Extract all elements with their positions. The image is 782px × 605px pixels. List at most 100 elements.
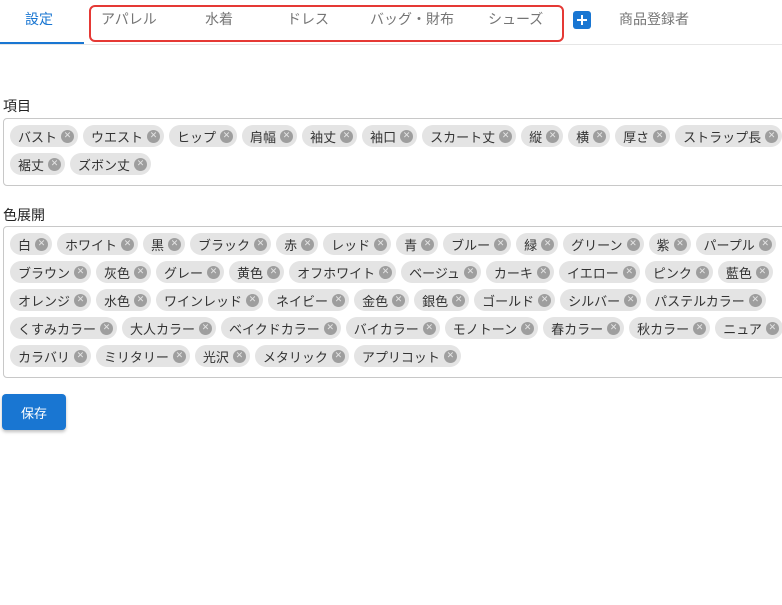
remove-chip-icon[interactable]: ✕ xyxy=(695,265,709,279)
tab-apparel[interactable]: アパレル xyxy=(101,0,157,44)
remove-chip-icon[interactable]: ✕ xyxy=(653,129,667,143)
remove-chip-icon[interactable]: ✕ xyxy=(546,129,560,143)
chip: ヒップ ✕ xyxy=(169,125,238,147)
chip-label: グリーン xyxy=(571,238,623,254)
remove-chip-icon[interactable]: ✕ xyxy=(765,321,779,335)
remove-chip-icon[interactable]: ✕ xyxy=(379,265,393,279)
remove-chip-icon[interactable]: ✕ xyxy=(168,237,182,251)
chip: カラバリ ✕ xyxy=(10,345,91,367)
remove-chip-icon[interactable]: ✕ xyxy=(421,237,435,251)
remove-chip-icon[interactable]: ✕ xyxy=(340,129,354,143)
remove-chip-icon[interactable]: ✕ xyxy=(622,265,636,279)
save-button[interactable]: 保存 xyxy=(2,394,66,430)
items-chip-input[interactable]: バスト ✕ ウエスト ✕ ヒップ ✕ 肩幅 ✕ 袖丈 ✕ 袖口 ✕ スカート丈 ✕ 縦 ✕ 横 ✕ 厚さ ✕ ストラップ… xyxy=(3,118,782,186)
remove-chip-icon[interactable]: ✕ xyxy=(74,265,88,279)
remove-chip-icon[interactable]: ✕ xyxy=(48,157,62,171)
tab-shoes[interactable]: シューズ xyxy=(488,0,543,44)
chip-label: カラバリ xyxy=(18,350,70,366)
chip-label: アプリコット xyxy=(361,350,440,366)
remove-chip-icon[interactable]: ✕ xyxy=(232,349,246,363)
remove-chip-icon[interactable]: ✕ xyxy=(521,321,535,335)
colors-chip-input[interactable]: 白 ✕ ホワイト ✕ 黒 ✕ ブラック ✕ 赤 ✕ レッド ✕ 青 ✕ ブルー ✕ 緑 ✕ グリーン ✕ 紫 ✕ パープル ✕… xyxy=(3,226,782,378)
remove-chip-icon[interactable]: ✕ xyxy=(61,129,75,143)
remove-chip-icon[interactable]: ✕ xyxy=(693,321,707,335)
remove-chip-icon[interactable]: ✕ xyxy=(748,293,762,307)
tab-dress[interactable]: ドレス xyxy=(287,0,329,44)
remove-chip-icon[interactable]: ✕ xyxy=(134,293,148,307)
remove-chip-icon[interactable]: ✕ xyxy=(134,157,148,171)
remove-chip-icon[interactable]: ✕ xyxy=(593,129,607,143)
add-tab-button[interactable] xyxy=(573,11,591,29)
remove-chip-icon[interactable]: ✕ xyxy=(374,237,388,251)
chip-label: 赤 xyxy=(284,238,298,254)
remove-chip-icon[interactable]: ✕ xyxy=(100,321,114,335)
remove-chip-icon[interactable]: ✕ xyxy=(73,349,87,363)
chip: ホワイト ✕ xyxy=(57,233,139,255)
tab-swimwear[interactable]: 水着 xyxy=(205,0,233,44)
chip-label: 藍色 xyxy=(725,266,752,282)
remove-chip-icon[interactable]: ✕ xyxy=(246,293,260,307)
remove-chip-icon[interactable]: ✕ xyxy=(538,293,552,307)
remove-chip-icon[interactable]: ✕ xyxy=(443,349,457,363)
remove-chip-icon[interactable]: ✕ xyxy=(765,129,779,143)
remove-chip-icon[interactable]: ✕ xyxy=(134,265,148,279)
remove-chip-icon[interactable]: ✕ xyxy=(121,237,135,251)
chip: アプリコット ✕ xyxy=(353,345,461,367)
chip: グレー ✕ xyxy=(156,261,225,283)
remove-chip-icon[interactable]: ✕ xyxy=(494,237,508,251)
colors-label: 色展開 xyxy=(3,208,45,224)
chip: 緑 ✕ xyxy=(516,233,559,255)
chip: 金色 ✕ xyxy=(354,289,410,311)
remove-chip-icon[interactable]: ✕ xyxy=(35,237,49,251)
chip: くすみカラー ✕ xyxy=(10,317,118,339)
remove-chip-icon[interactable]: ✕ xyxy=(254,237,268,251)
chip-label: ホワイト xyxy=(65,238,118,254)
remove-chip-icon[interactable]: ✕ xyxy=(673,237,687,251)
tab-registrants[interactable]: 商品登録者 xyxy=(619,0,689,44)
chip: 横 ✕ xyxy=(568,125,611,147)
remove-chip-icon[interactable]: ✕ xyxy=(392,293,406,307)
chip: ニュア ✕ xyxy=(715,317,782,339)
remove-chip-icon[interactable]: ✕ xyxy=(624,293,638,307)
remove-chip-icon[interactable]: ✕ xyxy=(422,321,436,335)
chip-label: ニュア xyxy=(723,322,762,338)
remove-chip-icon[interactable]: ✕ xyxy=(207,265,221,279)
chip-label: ベイクドカラー xyxy=(229,322,320,338)
chip-label: 厚さ xyxy=(623,130,650,146)
remove-chip-icon[interactable]: ✕ xyxy=(220,129,234,143)
remove-chip-icon[interactable]: ✕ xyxy=(267,265,281,279)
chip: スカート丈 ✕ xyxy=(422,125,517,147)
remove-chip-icon[interactable]: ✕ xyxy=(147,129,161,143)
remove-chip-icon[interactable]: ✕ xyxy=(332,293,346,307)
remove-chip-icon[interactable]: ✕ xyxy=(400,129,414,143)
chip: カーキ ✕ xyxy=(485,261,554,283)
chip: 青 ✕ xyxy=(396,233,439,255)
remove-chip-icon[interactable]: ✕ xyxy=(452,293,466,307)
tab-bag-wallet[interactable]: バッグ・財布 xyxy=(370,0,454,44)
chip-label: ウエスト xyxy=(91,130,144,146)
chip-label: 緑 xyxy=(524,238,538,254)
chip: ピンク ✕ xyxy=(644,261,713,283)
remove-chip-icon[interactable]: ✕ xyxy=(463,265,477,279)
remove-chip-icon[interactable]: ✕ xyxy=(280,129,294,143)
active-tab-indicator xyxy=(0,42,84,44)
remove-chip-icon[interactable]: ✕ xyxy=(541,237,555,251)
remove-chip-icon[interactable]: ✕ xyxy=(331,349,345,363)
remove-chip-icon[interactable]: ✕ xyxy=(607,321,621,335)
remove-chip-icon[interactable]: ✕ xyxy=(199,321,213,335)
remove-chip-icon[interactable]: ✕ xyxy=(172,349,186,363)
chip: ネイビー ✕ xyxy=(268,289,350,311)
remove-chip-icon[interactable]: ✕ xyxy=(536,265,550,279)
remove-chip-icon[interactable]: ✕ xyxy=(758,237,772,251)
remove-chip-icon[interactable]: ✕ xyxy=(301,237,315,251)
remove-chip-icon[interactable]: ✕ xyxy=(74,293,88,307)
remove-chip-icon[interactable]: ✕ xyxy=(323,321,337,335)
remove-chip-icon[interactable]: ✕ xyxy=(499,129,513,143)
remove-chip-icon[interactable]: ✕ xyxy=(626,237,640,251)
tab-settings[interactable]: 設定 xyxy=(25,0,53,44)
chip: 黒 ✕ xyxy=(143,233,186,255)
chip-label: 春カラー xyxy=(551,322,604,338)
remove-chip-icon[interactable]: ✕ xyxy=(755,265,769,279)
chip-label: 金色 xyxy=(362,294,389,310)
chip-label: カーキ xyxy=(493,266,533,282)
